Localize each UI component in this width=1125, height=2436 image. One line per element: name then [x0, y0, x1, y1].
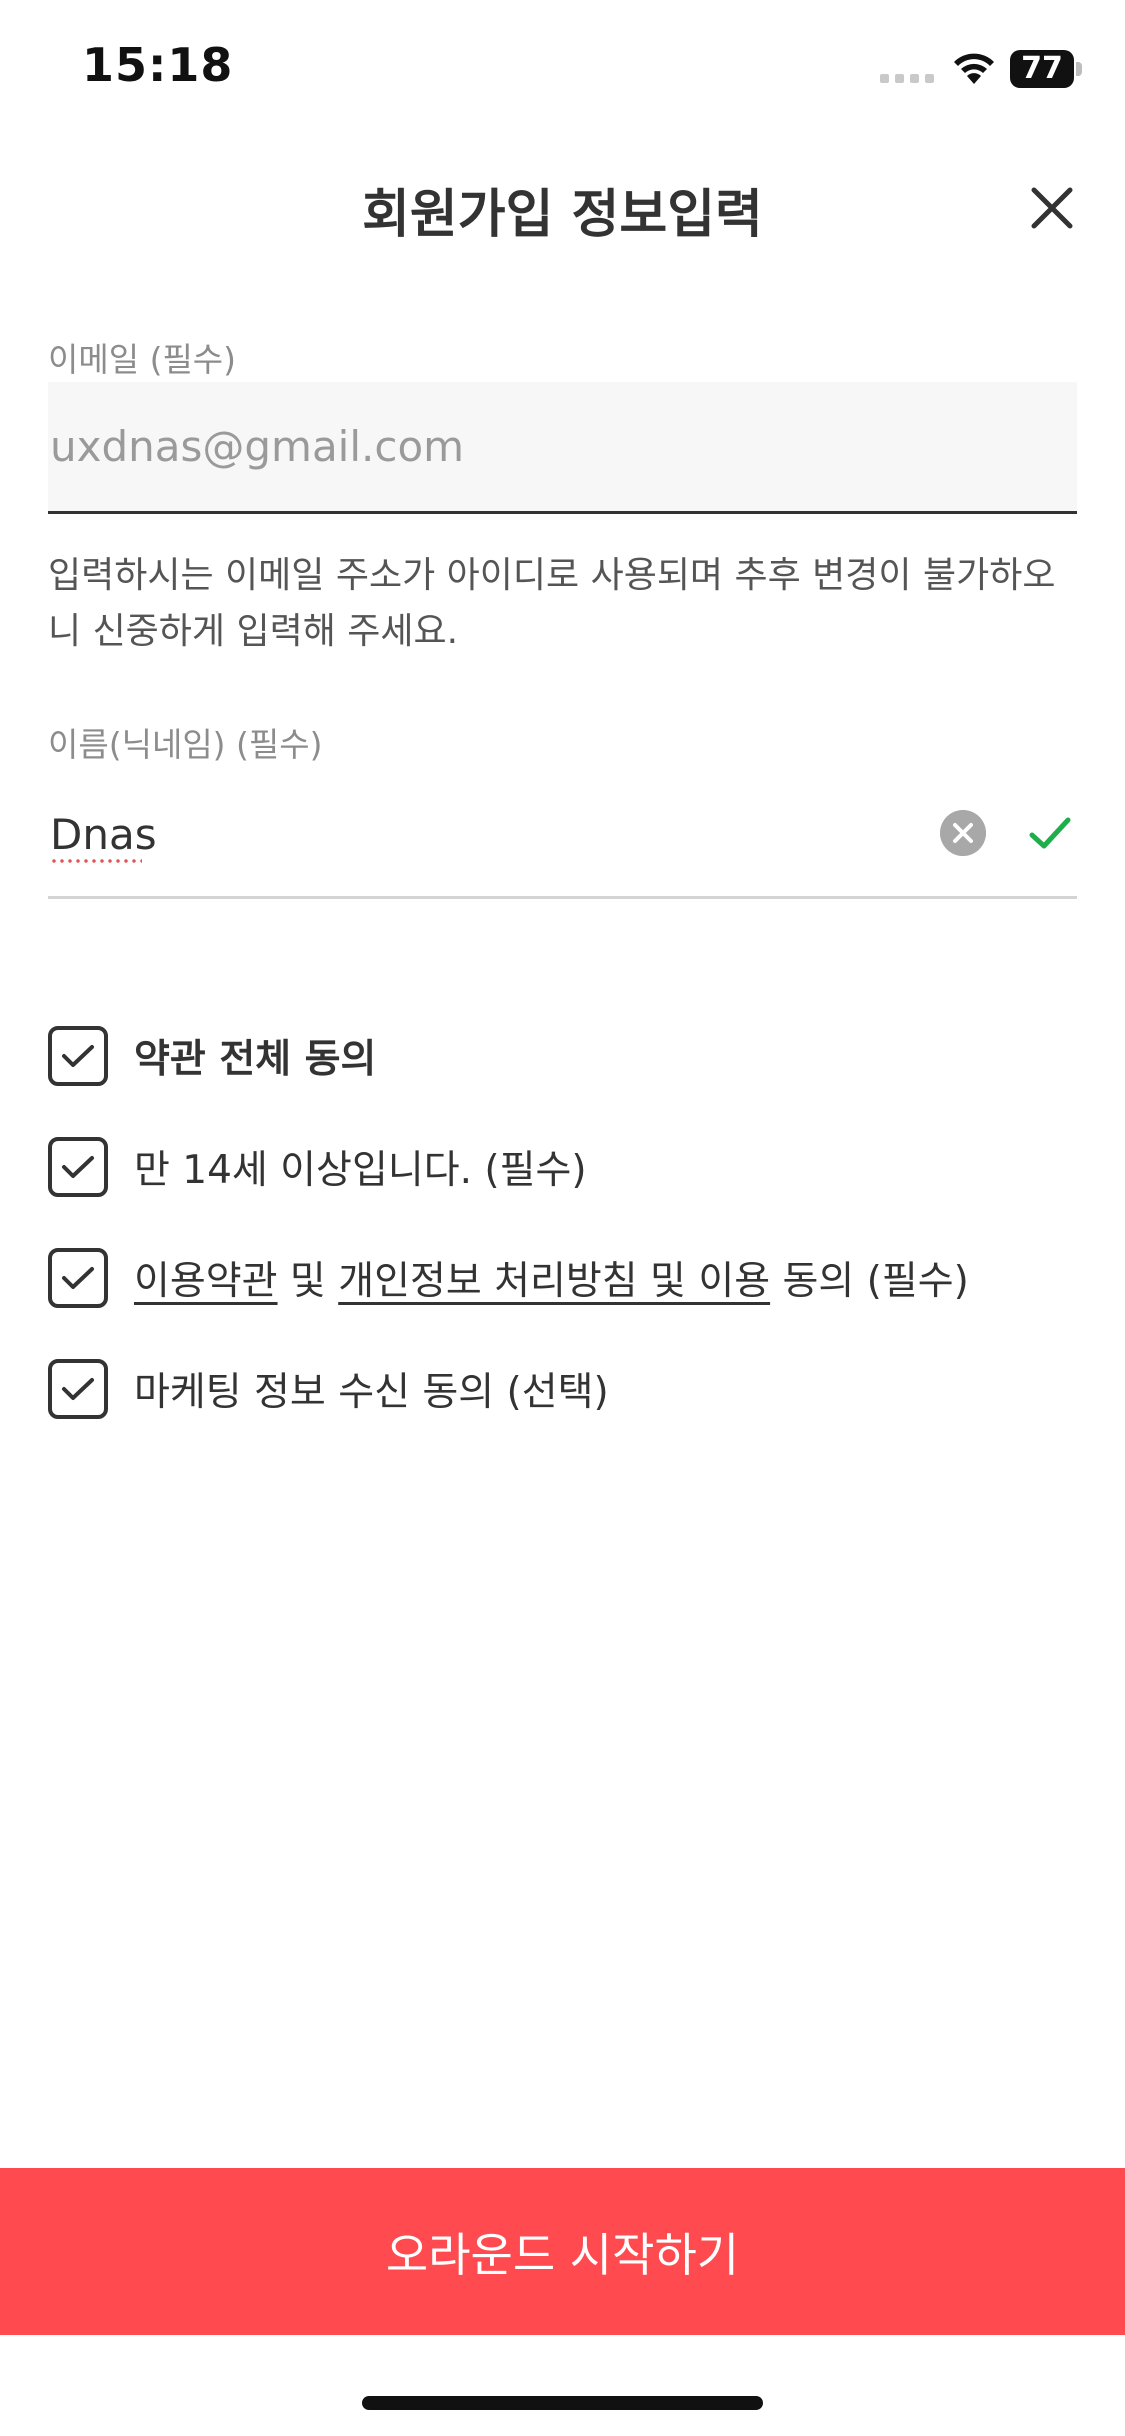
- start-button[interactable]: 오라운드 시작하기: [0, 2168, 1125, 2335]
- name-label: 이름(닉네임) (필수): [48, 725, 323, 764]
- agree-age-checkbox[interactable]: [48, 1137, 108, 1197]
- agree-terms-checkbox[interactable]: [48, 1248, 108, 1308]
- clear-icon[interactable]: [940, 810, 986, 856]
- terms-suffix: 동의 (필수): [770, 1259, 969, 1304]
- agree-marketing-label: 마케팅 정보 수신 동의 (선택): [134, 1370, 609, 1415]
- check-icon: [62, 1156, 94, 1178]
- status-bar: 15:18 77: [0, 0, 1125, 140]
- agree-all-label: 약관 전체 동의: [134, 1037, 377, 1082]
- check-icon: [62, 1378, 94, 1400]
- spellcheck-underline: [50, 859, 142, 863]
- agree-terms-label: 이용약관 및 개인정보 처리방침 및 이용 동의 (필수): [134, 1250, 969, 1306]
- status-time: 15:18: [82, 38, 234, 92]
- check-icon: [62, 1045, 94, 1067]
- name-field[interactable]: [48, 775, 908, 893]
- signup-screen: 15:18 77 회원가입 정보입력 이메일 (필수) 입력하시는 이메일 주소…: [0, 0, 1125, 2436]
- email-help-text: 입력하시는 이메일 주소가 아이디로 사용되며 추후 변경이 불가하오니 신중하…: [48, 555, 1056, 652]
- agree-marketing-row[interactable]: 마케팅 정보 수신 동의 (선택): [48, 1358, 609, 1420]
- terms-connector: 및: [277, 1259, 339, 1304]
- agree-age-row[interactable]: 만 14세 이상입니다. (필수): [48, 1136, 587, 1198]
- agree-terms-row[interactable]: 이용약관 및 개인정보 처리방침 및 이용 동의 (필수): [48, 1247, 969, 1309]
- email-label: 이메일 (필수): [48, 340, 237, 379]
- page-title: 회원가입 정보입력: [362, 185, 763, 245]
- terms-of-use-link[interactable]: 이용약관: [134, 1259, 278, 1304]
- agree-age-label: 만 14세 이상입니다. (필수): [134, 1148, 587, 1193]
- home-indicator: [362, 2396, 763, 2410]
- privacy-policy-link[interactable]: 개인정보 처리방침 및 이용: [338, 1259, 770, 1304]
- battery-level: 77: [1021, 51, 1063, 86]
- wifi-icon: [954, 53, 994, 84]
- check-icon: [62, 1267, 94, 1289]
- agree-all-checkbox[interactable]: [48, 1026, 108, 1086]
- name-field-row: [48, 775, 1077, 899]
- agree-all-row[interactable]: 약관 전체 동의: [48, 1025, 376, 1087]
- checkmark-icon: [1029, 817, 1071, 849]
- signal-icon: [880, 74, 934, 83]
- battery-icon: 77: [1010, 50, 1082, 88]
- email-field[interactable]: [48, 382, 1077, 514]
- agree-marketing-checkbox[interactable]: [48, 1359, 108, 1419]
- close-icon[interactable]: [1020, 176, 1084, 240]
